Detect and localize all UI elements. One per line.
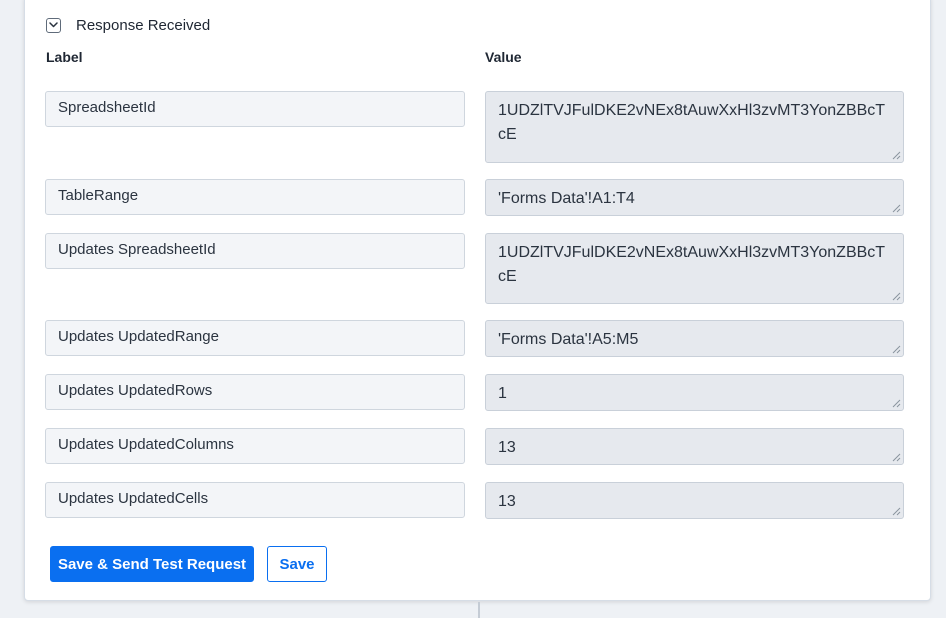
value-textarea[interactable]: 13: [485, 482, 904, 519]
section-title: Response Received: [76, 16, 211, 34]
save-button[interactable]: Save: [267, 546, 327, 582]
label-field[interactable]: SpreadsheetId: [45, 91, 465, 127]
label-column-header: Label: [46, 49, 83, 65]
value-column-header: Value: [485, 49, 522, 65]
value-text: 'Forms Data'!A1:T4: [498, 190, 635, 207]
resize-grip-icon[interactable]: [892, 345, 901, 354]
resize-grip-icon[interactable]: [892, 151, 901, 160]
value-textarea[interactable]: 1UDZlTVJFulDKE2vNEx8tAuwXxHl3zvMT3YonZBB…: [485, 233, 904, 304]
label-field[interactable]: Updates UpdatedColumns: [45, 428, 465, 464]
value-textarea[interactable]: 1: [485, 374, 904, 411]
label-field[interactable]: Updates UpdatedCells: [45, 482, 465, 518]
value-text: 1: [498, 385, 507, 402]
value-text: 'Forms Data'!A5:M5: [498, 331, 639, 348]
label-field[interactable]: Updates SpreadsheetId: [45, 233, 465, 269]
bottom-divider: [478, 602, 480, 618]
save-and-send-test-request-button[interactable]: Save & Send Test Request: [50, 546, 254, 582]
label-field[interactable]: Updates UpdatedRange: [45, 320, 465, 356]
section-header: Response Received: [46, 15, 210, 35]
resize-grip-icon[interactable]: [892, 204, 901, 213]
value-text: 13: [498, 439, 516, 456]
label-field[interactable]: Updates UpdatedRows: [45, 374, 465, 410]
resize-grip-icon[interactable]: [892, 507, 901, 516]
resize-grip-icon[interactable]: [892, 453, 901, 462]
value-text: 13: [498, 493, 516, 510]
response-card: Response Received Label Value Spreadshee…: [24, 0, 931, 601]
value-text: 1UDZlTVJFulDKE2vNEx8tAuwXxHl3zvMT3YonZBB…: [498, 244, 886, 285]
value-text: 1UDZlTVJFulDKE2vNEx8tAuwXxHl3zvMT3YonZBB…: [498, 102, 886, 143]
resize-grip-icon[interactable]: [892, 292, 901, 301]
section-toggle[interactable]: [46, 17, 61, 33]
value-textarea[interactable]: 1UDZlTVJFulDKE2vNEx8tAuwXxHl3zvMT3YonZBB…: [485, 91, 904, 163]
chevron-down-icon: [49, 22, 58, 28]
label-field[interactable]: TableRange: [45, 179, 465, 215]
value-textarea[interactable]: 13: [485, 428, 904, 465]
resize-grip-icon[interactable]: [892, 399, 901, 408]
value-textarea[interactable]: 'Forms Data'!A5:M5: [485, 320, 904, 357]
value-textarea[interactable]: 'Forms Data'!A1:T4: [485, 179, 904, 216]
